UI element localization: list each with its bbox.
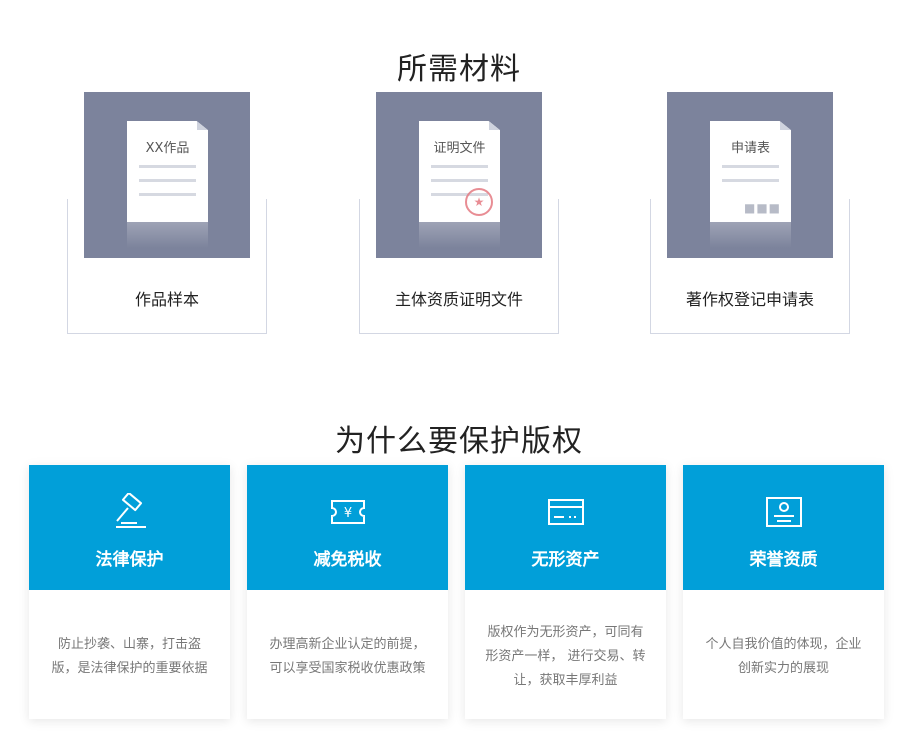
material-card-work-sample: XX作品 作品样本 [67, 92, 267, 335]
gavel-icon [116, 493, 146, 528]
benefit-title: 法律保护 [95, 550, 164, 570]
form-dots: ■■■ [743, 201, 781, 215]
red-seal-stamp-icon: ★ [465, 188, 493, 216]
document-title: XX作品 [145, 141, 190, 156]
yen-ticket-icon: ¥ [331, 500, 365, 524]
benefit-card-legal-protection: 法律保护 防止抄袭、山寨，打击盗版，是法律保护的重要依据 [29, 465, 230, 719]
document-title: 申请表 [730, 141, 770, 156]
benefit-card-intangible-asset: 无形资产 版权作为无形资产，可同有形资产一样， 进行交易、转让，获取丰厚利益 [465, 465, 666, 719]
benefit-header: 无形资产 [465, 465, 666, 590]
material-caption: 著作权登记申请表 [685, 290, 814, 309]
certificate-icon [766, 497, 802, 527]
page-fold [780, 121, 791, 130]
text-line [139, 193, 196, 196]
benefit-description: 版权作为无形资产，可同有形资产一样， 进行交易、转让，获取丰厚利益 [485, 625, 646, 688]
document-reflection [419, 222, 500, 248]
document-reflection [710, 222, 791, 248]
document-icon: XX作品 [127, 121, 208, 222]
text-line [431, 165, 488, 168]
text-line [722, 165, 779, 168]
page-fold [489, 121, 500, 130]
material-caption: 作品样本 [134, 290, 199, 309]
benefit-title: 无形资产 [531, 550, 600, 570]
material-card-qualification: 证明文件 ★ 主体资质证明文件 [359, 92, 559, 335]
document-panel: 证明文件 ★ [376, 92, 542, 258]
svg-text:¥: ¥ [344, 506, 352, 521]
benefit-card-honor: 荣誉资质 个人自我价值的体现，企业创新实力的展现 [683, 465, 884, 719]
page-fold [197, 121, 208, 130]
text-line [139, 165, 196, 168]
benefit-header: 荣誉资质 [683, 465, 884, 590]
benefit-card-tax-reduction: ¥ 减免税收 办理高新企业认定的前提，可以享受国家税收优惠政策 [247, 465, 448, 719]
document-reflection [127, 222, 208, 248]
text-line [431, 179, 488, 182]
document-title: 证明文件 [433, 141, 486, 156]
material-caption: 主体资质证明文件 [394, 290, 523, 309]
document-panel: 申请表 ■■■ [667, 92, 833, 258]
benefit-header: ¥ 减免税收 [247, 465, 448, 590]
benefit-title: 减免税收 [313, 550, 382, 570]
benefit-description: 办理高新企业认定的前提，可以享受国家税收优惠政策 [269, 637, 426, 676]
document-panel: XX作品 [84, 92, 250, 258]
benefit-header: 法律保护 [29, 465, 230, 590]
text-line [139, 179, 196, 182]
document-icon: 证明文件 ★ [419, 121, 500, 222]
material-card-application-form: 申请表 ■■■ 著作权登记申请表 [650, 92, 850, 335]
card-icon [548, 499, 584, 525]
why-section-title: 为什么要保护版权 [335, 423, 583, 459]
text-line [722, 179, 779, 182]
benefit-title: 荣誉资质 [749, 550, 818, 570]
document-icon: 申请表 ■■■ [710, 121, 791, 222]
benefit-description: 个人自我价值的体现，企业创新实力的展现 [705, 637, 862, 676]
benefit-description: 防止抄袭、山寨，打击盗版，是法律保护的重要依据 [51, 637, 208, 676]
materials-section-title: 所需材料 [397, 51, 521, 87]
